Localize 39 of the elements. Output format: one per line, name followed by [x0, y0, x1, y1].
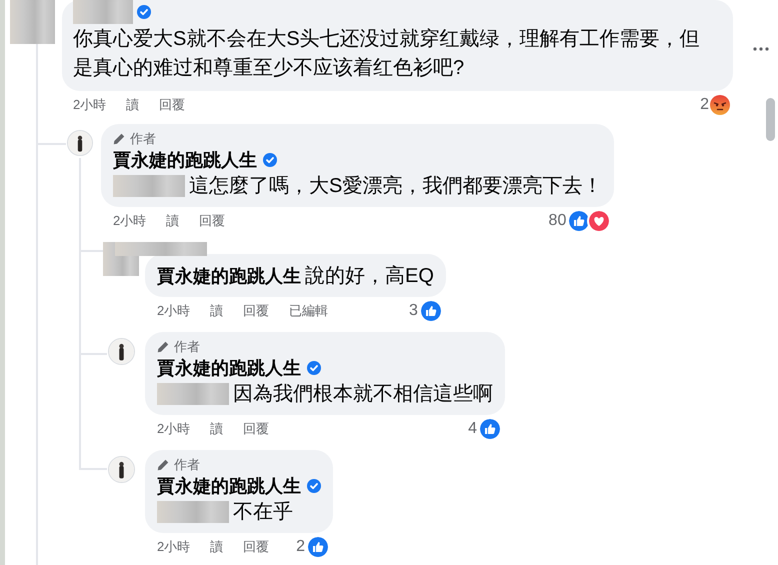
author-name[interactable]: 賈永婕的跑跳人生	[113, 146, 257, 174]
action-link[interactable]: 讀	[166, 211, 180, 231]
pencil-icon	[157, 341, 169, 353]
timestamp: 2小時	[157, 302, 190, 320]
author-name[interactable]: 賈永婕的跑跳人生	[157, 472, 301, 500]
blurred-name	[73, 0, 133, 24]
author-label: 作者	[174, 338, 200, 356]
action-link[interactable]: 回覆	[243, 419, 270, 439]
action-link[interactable]: 已編輯	[289, 301, 328, 321]
reaction-count: 2	[700, 95, 709, 115]
reaction-count: 4	[468, 419, 477, 439]
timestamp: 2小時	[157, 538, 190, 556]
comment-text: 說的好，高EQ	[305, 264, 434, 289]
action-link[interactable]: 回覆	[243, 537, 270, 557]
mention-link[interactable]: 賈永婕的跑跳人生	[157, 262, 301, 290]
timestamp: 2小時	[73, 96, 106, 114]
action-link[interactable]: 回覆	[199, 211, 226, 231]
comment-text: 這怎麼了嗎，大S愛漂亮，我們都要漂亮下去！	[189, 174, 602, 199]
action-link[interactable]: 讀	[210, 537, 224, 557]
action-link[interactable]: 讀	[126, 95, 140, 115]
reaction-count: 3	[409, 301, 418, 321]
action-link[interactable]: 讀	[210, 419, 224, 439]
author-name[interactable]: 賈永婕的跑跳人生	[157, 354, 301, 382]
author-label: 作者	[130, 130, 156, 148]
scrollbar-thumb[interactable]	[766, 98, 775, 141]
pencil-icon	[113, 133, 125, 145]
action-link[interactable]: 讀	[210, 301, 224, 321]
comment-text: 不在乎	[233, 500, 293, 525]
reaction-count: 80	[548, 211, 566, 231]
timestamp: 2小時	[113, 212, 146, 230]
timestamp: 2小時	[157, 420, 190, 438]
author-label: 作者	[174, 456, 200, 474]
reaction-count: 2	[296, 537, 305, 557]
action-link[interactable]: 回覆	[159, 95, 186, 115]
action-link[interactable]: 回覆	[243, 301, 270, 321]
pencil-icon	[157, 459, 169, 471]
more-icon[interactable]	[753, 47, 769, 51]
comment-text: 因為我們根本就不相信這些啊	[233, 382, 493, 407]
comment-text: 你真心爱大S就不会在大S头七还没过就穿红戴绿，理解有工作需要，但是真心的难过和尊重至少不应该着红色衫吧?	[73, 27, 701, 81]
